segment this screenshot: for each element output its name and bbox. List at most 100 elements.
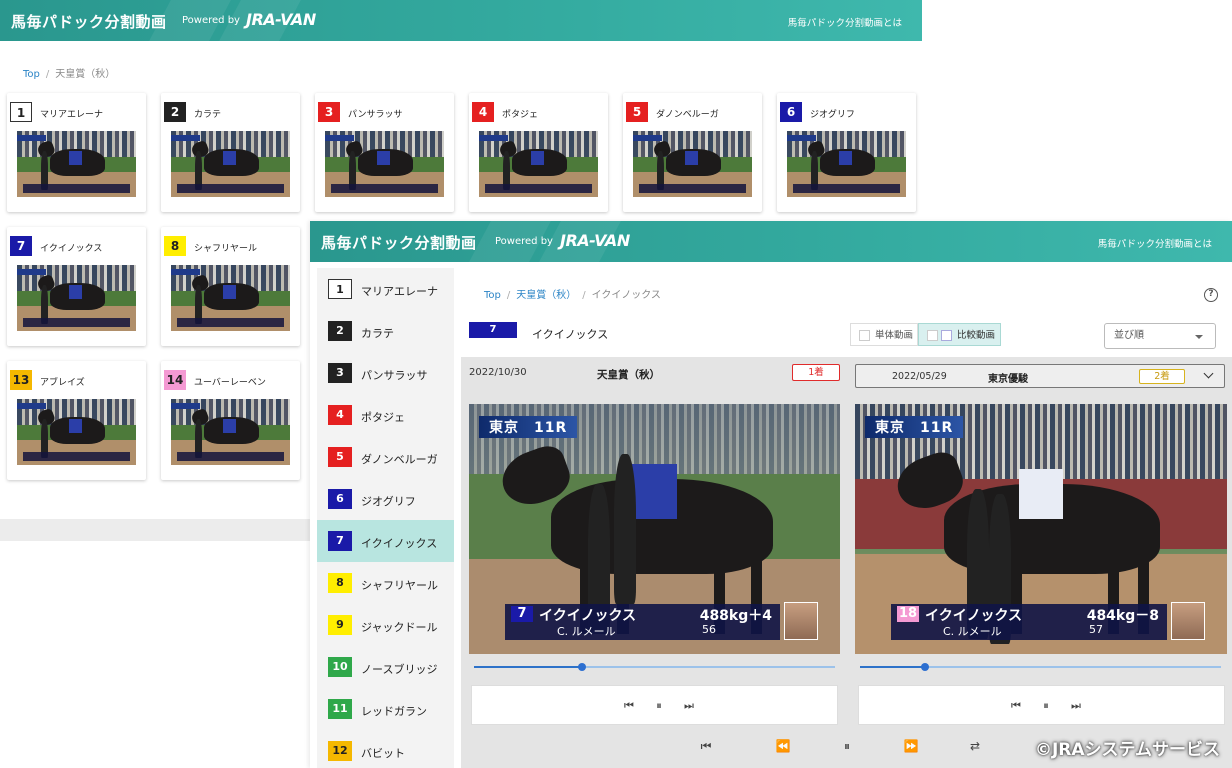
sidebar-item-horse[interactable]: 1 マリアエレーナ bbox=[317, 268, 454, 310]
sidebar-item-horse[interactable]: 11 レッドガラン bbox=[317, 688, 454, 730]
breadcrumb-race-link[interactable]: 天皇賞（秋） bbox=[516, 290, 576, 301]
sidebar-item-horse[interactable]: 5 ダノンベルーガ bbox=[317, 436, 454, 478]
seek-handle[interactable] bbox=[920, 663, 929, 671]
paddock-thumbnail[interactable] bbox=[17, 399, 136, 465]
horse-card[interactable]: 5 ダノンベルーガ bbox=[623, 93, 762, 212]
compare-video-toggle[interactable]: 比較動画 bbox=[918, 323, 1001, 346]
pause-icon[interactable]: ⏸ bbox=[1037, 699, 1055, 713]
location-overlay bbox=[17, 268, 46, 275]
sidebar-item-horse[interactable]: 4 ポタジェ bbox=[317, 394, 454, 436]
right-video-race-select[interactable]: 2022/05/29 東京優駿 2着 bbox=[855, 364, 1225, 388]
pause-icon[interactable]: ⏸ bbox=[650, 699, 668, 713]
left-video-player[interactable]: 東京 11R 7 イクイノックス 488kg＋4 C. ルメール 56 bbox=[469, 404, 840, 654]
horse-number-overlay: 18 bbox=[897, 606, 919, 622]
prev-icon[interactable]: ⏮ bbox=[620, 699, 638, 713]
horse-number-badge: 1 bbox=[328, 279, 352, 299]
sync-prev-icon[interactable]: ⏮ bbox=[697, 739, 715, 754]
horse-number-badge: 12 bbox=[328, 741, 352, 761]
location-overlay bbox=[325, 134, 354, 141]
horse-name: アブレイズ bbox=[40, 378, 85, 388]
horse-name: ポタジェ bbox=[361, 411, 405, 424]
paddock-scene bbox=[17, 399, 136, 465]
paddock-thumbnail[interactable] bbox=[171, 131, 290, 197]
breadcrumb-top-link[interactable]: Top bbox=[484, 290, 501, 301]
location-overlay bbox=[171, 402, 200, 409]
caret-down-icon bbox=[1195, 335, 1203, 339]
about-link[interactable]: 馬毎パドック分割動画とは bbox=[788, 15, 902, 29]
app-header: 馬毎パドック分割動画 Powered by JRA-VAN 馬毎パドック分割動画… bbox=[0, 0, 922, 41]
horse-card[interactable]: 4 ポタジェ bbox=[469, 93, 608, 212]
sidebar-item-horse[interactable]: 8 シャフリヤール bbox=[317, 562, 454, 604]
saddle-cloth bbox=[377, 150, 391, 166]
jra-van-logo[interactable]: JRA-VAN bbox=[246, 10, 316, 29]
jra-van-logo[interactable]: JRA-VAN bbox=[560, 231, 630, 250]
sync-step-back-icon[interactable]: ⏪ bbox=[774, 739, 792, 753]
horse-info-overlay bbox=[484, 183, 593, 194]
horse-info-overlay bbox=[638, 183, 747, 194]
app-title[interactable]: 馬毎パドック分割動画 bbox=[11, 11, 166, 32]
right-video-race: 東京優駿 bbox=[988, 374, 1028, 385]
horse-card[interactable]: 7 イクイノックス bbox=[7, 227, 146, 346]
result-badge: 1着 bbox=[792, 364, 840, 381]
sidebar-item-horse[interactable]: 3 パンサラッサ bbox=[317, 352, 454, 394]
sort-select[interactable]: 並び順 bbox=[1104, 323, 1216, 349]
app-title[interactable]: 馬毎パドック分割動画 bbox=[321, 232, 476, 253]
single-video-toggle[interactable]: 単体動画 bbox=[850, 323, 918, 346]
horse-number-badge: 1 bbox=[10, 102, 32, 122]
sidebar-item-horse[interactable]: 10 ノースブリッジ bbox=[317, 646, 454, 688]
paddock-thumbnail[interactable] bbox=[479, 131, 598, 197]
right-seek-bar[interactable] bbox=[860, 662, 1221, 672]
horse-name: マリアエレーナ bbox=[361, 285, 438, 298]
horse-card[interactable]: 8 シャフリヤール bbox=[161, 227, 300, 346]
right-video-player[interactable]: 東京 11R 18 イクイノックス 484kg－8 C. ルメール 57 bbox=[855, 404, 1227, 654]
horse-info-overlay bbox=[22, 451, 131, 462]
paddock-thumbnail[interactable] bbox=[17, 265, 136, 331]
breadcrumb-top-link[interactable]: Top bbox=[23, 69, 40, 80]
saddle-cloth bbox=[69, 150, 83, 166]
handler-figure bbox=[613, 454, 636, 604]
horse-number-badge: 6 bbox=[328, 489, 352, 509]
paddock-scene bbox=[633, 131, 752, 197]
horse-number-badge: 14 bbox=[164, 370, 186, 390]
paddock-thumbnail[interactable] bbox=[17, 131, 136, 197]
next-icon[interactable]: ⏭ bbox=[680, 699, 698, 713]
location-overlay bbox=[787, 134, 816, 141]
horse-card[interactable]: 2 カラテ bbox=[161, 93, 300, 212]
horse-name: カラテ bbox=[194, 110, 222, 120]
location-overlay: 東京 11R bbox=[865, 416, 964, 438]
next-icon[interactable]: ⏭ bbox=[1067, 699, 1085, 713]
prev-icon[interactable]: ⏮ bbox=[1007, 699, 1025, 713]
about-link[interactable]: 馬毎パドック分割動画とは bbox=[1098, 236, 1212, 250]
sync-loop-icon[interactable]: ⇄ bbox=[966, 739, 984, 753]
horse-card[interactable]: 14 ユーバーレーベン bbox=[161, 361, 300, 480]
paddock-thumbnail[interactable] bbox=[787, 131, 906, 197]
help-icon[interactable]: ? bbox=[1204, 288, 1218, 302]
horse-number-badge: 4 bbox=[328, 405, 352, 425]
horse-card[interactable]: 3 パンサラッサ bbox=[315, 93, 454, 212]
sync-pause-icon[interactable]: ⏸ bbox=[838, 739, 856, 754]
paddock-thumbnail[interactable] bbox=[633, 131, 752, 197]
horse-name: パンサラッサ bbox=[348, 110, 403, 120]
sidebar-item-horse[interactable]: 12 バビット bbox=[317, 730, 454, 768]
sidebar-item-horse[interactable]: 6 ジオグリフ bbox=[317, 478, 454, 520]
breadcrumb-current: 天皇賞（秋） bbox=[55, 69, 116, 80]
horse-card[interactable]: 6 ジオグリフ bbox=[777, 93, 916, 212]
horse-card[interactable]: 1 マリアエレーナ bbox=[7, 93, 146, 212]
sync-step-forward-icon[interactable]: ⏩ bbox=[902, 739, 920, 753]
paddock-thumbnail[interactable] bbox=[171, 265, 290, 331]
sidebar-item-horse[interactable]: 2 カラテ bbox=[317, 310, 454, 352]
horse-name: ジオグリフ bbox=[810, 110, 855, 120]
sidebar-item-horse[interactable]: 7 イクイノックス bbox=[317, 520, 454, 562]
paddock-thumbnail[interactable] bbox=[325, 131, 444, 197]
left-seek-bar[interactable] bbox=[474, 662, 835, 672]
horse-name: イクイノックス bbox=[361, 537, 438, 550]
horse-card[interactable]: 13 アブレイズ bbox=[7, 361, 146, 480]
paddock-thumbnail[interactable] bbox=[171, 399, 290, 465]
seek-handle[interactable] bbox=[578, 663, 587, 671]
back-footer-bar bbox=[0, 519, 310, 541]
saddle-cloth bbox=[531, 150, 545, 166]
horse-name: ジオグリフ bbox=[361, 495, 416, 508]
horse-number-badge: 4 bbox=[472, 102, 494, 122]
sidebar-item-horse[interactable]: 9 ジャックドール bbox=[317, 604, 454, 646]
single-video-label: 単体動画 bbox=[875, 330, 914, 341]
